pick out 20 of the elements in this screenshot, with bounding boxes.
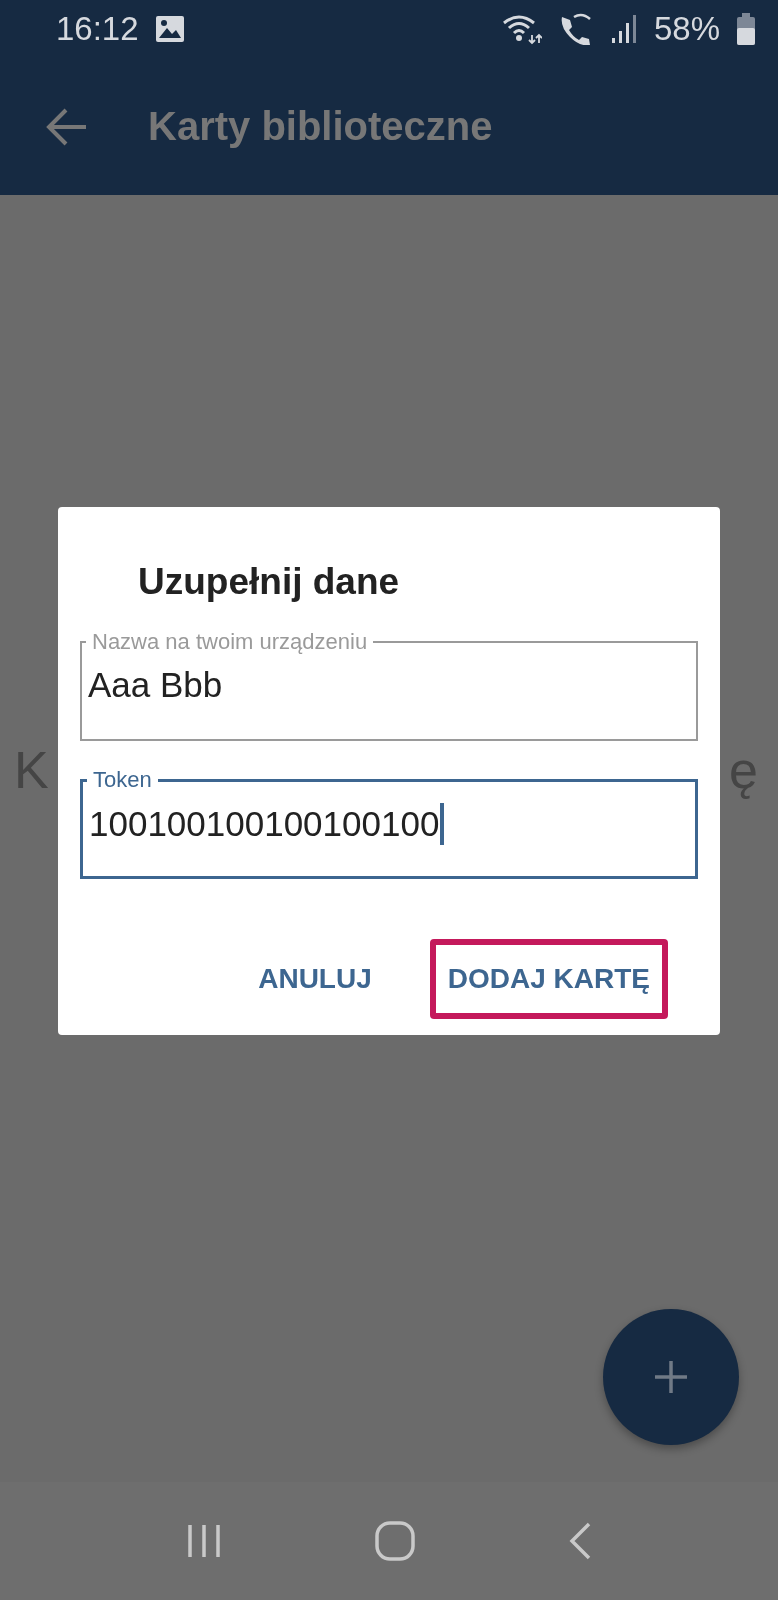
text-cursor bbox=[440, 803, 445, 845]
dialog-button[interactable]: DODAJ KARTĘ bbox=[429, 939, 668, 1019]
field-label: Nazwa na twoim urządzeniu bbox=[91, 629, 369, 655]
image-icon bbox=[154, 15, 185, 43]
back-icon[interactable] bbox=[567, 1522, 592, 1560]
field-value: 100100100100100100 bbox=[89, 804, 440, 844]
wifi-icon bbox=[501, 13, 542, 45]
home-icon[interactable] bbox=[375, 1521, 415, 1561]
battery-percent: 58% bbox=[653, 10, 720, 48]
recent-apps-icon[interactable] bbox=[186, 1524, 223, 1558]
dialog-title: Uzupełnij dane bbox=[138, 561, 401, 603]
signal-icon bbox=[609, 14, 638, 44]
field-label: Token bbox=[92, 767, 153, 793]
status-time: 16:12 bbox=[56, 10, 139, 48]
field-value: Aaa Bbb bbox=[88, 665, 223, 705]
dialog-button[interactable]: ANULUJ bbox=[240, 939, 390, 1019]
plus-icon bbox=[653, 1359, 689, 1395]
app-bar-title: Karty biblioteczne bbox=[148, 104, 493, 149]
back-arrow-icon[interactable] bbox=[46, 107, 88, 146]
battery-icon bbox=[736, 13, 756, 45]
